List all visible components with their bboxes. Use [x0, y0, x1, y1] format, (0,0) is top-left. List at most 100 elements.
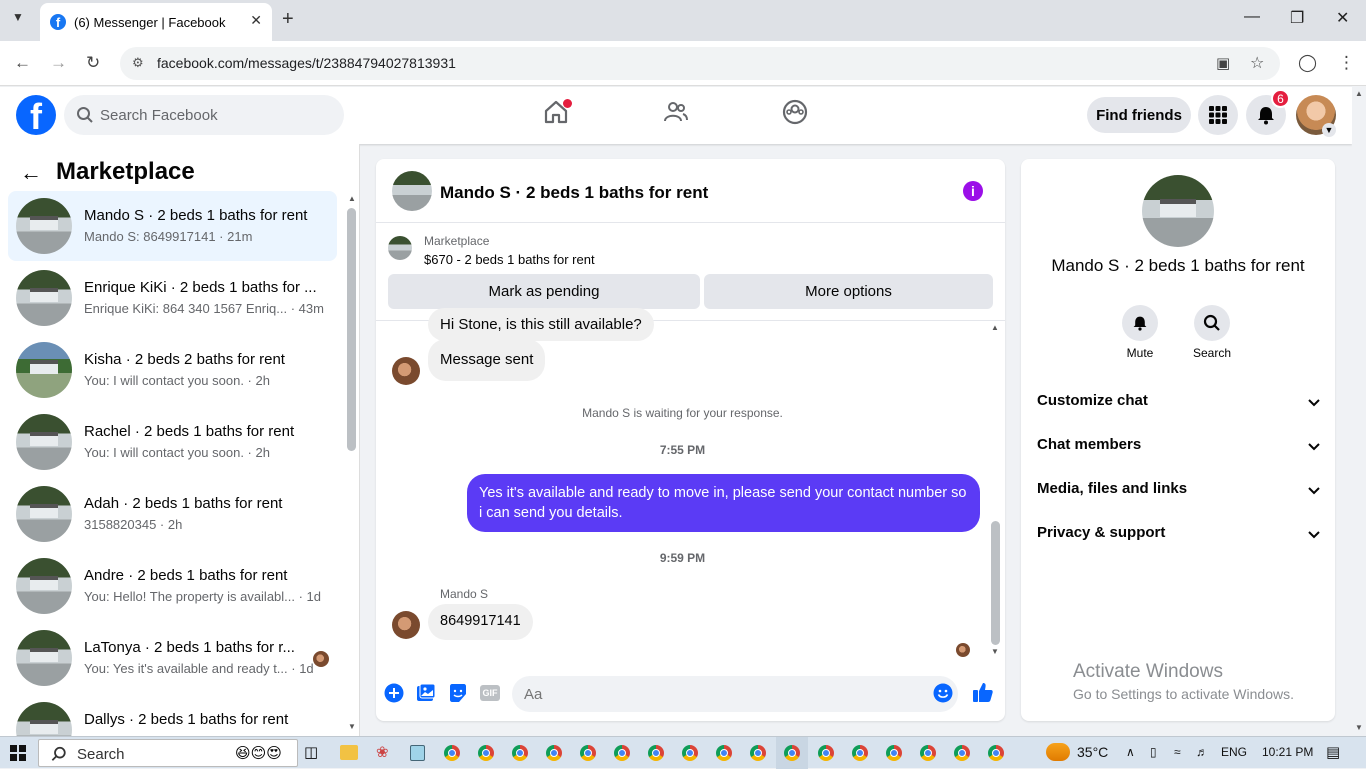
menu-grid-button[interactable] [1198, 95, 1238, 135]
gif-icon[interactable]: GIF [480, 685, 500, 701]
chrome-icon[interactable] [546, 745, 562, 761]
clock[interactable]: 10:21 PM [1262, 745, 1313, 759]
customize-chat-row[interactable]: Customize chat [1037, 392, 1321, 422]
conversation-item[interactable]: Dallys · 2 beds 1 baths for rent [8, 695, 337, 736]
facebook-logo-icon[interactable]: f [16, 95, 56, 135]
browser-menu-icon[interactable]: ⋮ [1338, 53, 1355, 73]
friends-icon[interactable] [663, 99, 689, 125]
profile-avatar[interactable] [1142, 175, 1214, 247]
info-icon[interactable]: i [963, 181, 983, 201]
conversation-item[interactable]: Rachel · 2 beds 1 baths for rent You: I … [8, 407, 337, 477]
conversation-item[interactable]: LaTonya · 2 beds 1 baths for r... You: Y… [8, 623, 337, 693]
message-input[interactable] [512, 676, 958, 712]
chrome-icon[interactable] [682, 745, 698, 761]
back-icon[interactable]: ← [14, 53, 31, 73]
privacy-support-row[interactable]: Privacy & support [1037, 524, 1321, 554]
restore-icon[interactable]: ❐ [1290, 8, 1304, 28]
chrome-icon[interactable] [988, 745, 1004, 761]
account-chevron-icon[interactable]: ▼ [1322, 123, 1336, 137]
chrome-icon[interactable] [512, 745, 528, 761]
chrome-icon[interactable] [478, 745, 494, 761]
conversation-item[interactable]: Andre · 2 beds 1 baths for rent You: Hel… [8, 551, 337, 621]
chat-title[interactable]: Mando S · 2 beds 1 baths for rent [440, 183, 708, 203]
chrome-icon[interactable] [818, 745, 834, 761]
activate-windows-subtitle: Go to Settings to activate Windows. [1073, 686, 1294, 702]
chrome-icon[interactable] [580, 745, 596, 761]
emoji-icon[interactable] [933, 683, 953, 703]
chrome-icon[interactable] [920, 745, 936, 761]
back-arrow-icon[interactable]: ← [20, 160, 42, 186]
chrome-icon[interactable] [886, 745, 902, 761]
browser-tab[interactable]: f (6) Messenger | Facebook ✕ [40, 3, 272, 41]
weather-icon[interactable] [1046, 743, 1070, 761]
message-bubble: Hi Stone, is this still available? [428, 308, 654, 341]
facebook-search[interactable] [64, 95, 344, 135]
chrome-icon[interactable] [852, 745, 868, 761]
tab-search-icon[interactable]: ▼ [12, 10, 24, 24]
tab-close-icon[interactable]: ✕ [250, 12, 262, 29]
media-files-links-row[interactable]: Media, files and links [1037, 480, 1321, 510]
chat-scroll-down-icon[interactable]: ▼ [991, 647, 999, 656]
bookmark-star-icon[interactable]: ☆ [1250, 53, 1264, 73]
mute-button[interactable]: Mute [1110, 305, 1170, 360]
scroll-down-icon[interactable]: ▼ [348, 722, 356, 731]
chrome-icon[interactable] [444, 745, 460, 761]
search-input[interactable] [100, 95, 330, 135]
notification-center-icon[interactable]: ▤ [1326, 743, 1340, 761]
sticker-icon[interactable] [448, 683, 468, 703]
sidebar-scrollbar[interactable] [347, 208, 356, 451]
mark-as-pending-button[interactable]: Mark as pending [388, 274, 700, 309]
reload-icon[interactable]: ↻ [86, 53, 100, 73]
omnibox[interactable]: ⚙ facebook.com/messages/t/23884794027813… [120, 47, 1280, 80]
battery-icon[interactable]: ▯ [1150, 745, 1157, 759]
wifi-icon[interactable]: ≈ [1174, 745, 1181, 759]
chat-members-row[interactable]: Chat members [1037, 436, 1321, 466]
photo-icon[interactable] [416, 683, 436, 703]
tray-chevron-icon[interactable]: ∧ [1126, 745, 1135, 759]
chrome-icon[interactable] [716, 745, 732, 761]
listing-thumbnail[interactable] [388, 236, 412, 260]
listing-price[interactable]: $670 - 2 beds 1 baths for rent [424, 252, 595, 267]
conversation-item[interactable]: Mando S · 2 beds 1 baths for rent Mando … [8, 191, 337, 261]
new-tab-icon[interactable]: + [282, 8, 294, 31]
minimize-icon[interactable]: — [1244, 8, 1260, 26]
find-friends-button[interactable]: Find friends [1087, 97, 1191, 133]
chrome-icon[interactable] [954, 745, 970, 761]
groups-icon[interactable] [782, 99, 808, 125]
chat-scrollbar[interactable] [991, 521, 1000, 645]
plus-icon[interactable] [384, 683, 404, 703]
chrome-icon[interactable] [614, 745, 630, 761]
bell-icon [1258, 107, 1274, 125]
window-close-icon[interactable]: ✕ [1336, 8, 1349, 28]
scroll-up-icon[interactable]: ▲ [348, 194, 356, 203]
conversation-item[interactable]: Kisha · 2 beds 2 baths for rent You: I w… [8, 335, 337, 405]
language-indicator[interactable]: ENG [1221, 745, 1247, 759]
chat-scroll-up-icon[interactable]: ▲ [991, 323, 999, 332]
windows-start-icon[interactable] [10, 745, 26, 761]
search-in-chat-button[interactable]: Search [1182, 305, 1242, 360]
more-options-button[interactable]: More options [704, 274, 993, 309]
file-explorer-icon[interactable] [340, 745, 358, 760]
conversation-item[interactable]: Adah · 2 beds 1 baths for rent 315882034… [8, 479, 337, 549]
install-app-icon[interactable]: ▣ [1216, 54, 1230, 72]
task-view-icon[interactable]: ◫ [304, 743, 318, 761]
chrome-icon[interactable] [750, 745, 766, 761]
page-scrollbar[interactable]: ▲ ▼ [1352, 87, 1366, 736]
temperature[interactable]: 35°C [1077, 744, 1108, 760]
taskbar-search[interactable]: Search 😆😊😍 [38, 739, 298, 767]
site-settings-icon[interactable]: ⚙ [132, 55, 144, 71]
url-text[interactable]: facebook.com/messages/t/2388479402781393… [157, 55, 456, 71]
forward-icon[interactable]: → [50, 53, 67, 73]
notepad-icon[interactable] [410, 745, 425, 761]
marketplace-label: Marketplace [424, 234, 490, 248]
profile-icon[interactable]: ◯ [1298, 53, 1317, 73]
sender-avatar [392, 611, 420, 639]
chrome-icon[interactable] [784, 745, 800, 761]
conversation-preview: Mando S: 8649917141 · 21m [84, 229, 253, 244]
volume-icon[interactable]: ♬ [1196, 745, 1208, 759]
chat-avatar[interactable] [392, 171, 432, 211]
conversation-item[interactable]: Enrique KiKi · 2 beds 1 baths for ... En… [8, 263, 337, 333]
like-icon[interactable] [972, 681, 994, 703]
chrome-icon[interactable] [648, 745, 664, 761]
paint-icon[interactable]: ❀ [376, 743, 389, 761]
